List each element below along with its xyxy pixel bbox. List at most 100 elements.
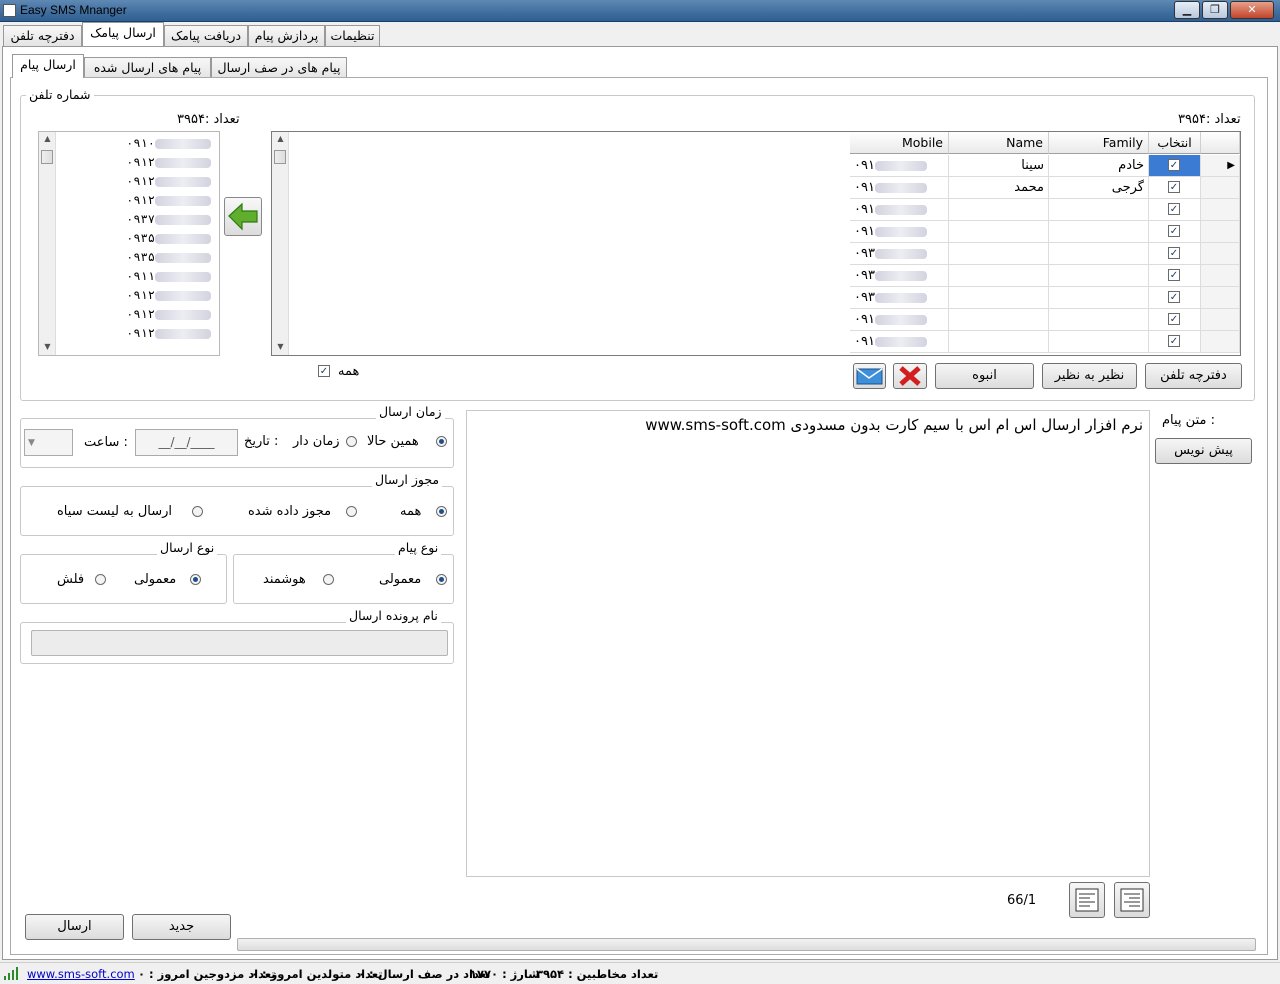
row-checkbox[interactable]: ✓ xyxy=(1168,291,1180,303)
cell-select[interactable]: ✓ xyxy=(1149,287,1201,309)
grid-scroll-thumb[interactable] xyxy=(274,150,286,164)
phone-number-item[interactable]: ۰۹۳۷ xyxy=(126,212,211,231)
selected-numbers-list[interactable]: ▲ ▼ ۰۹۱۰ ۰۹۱۲ ۰۹۱۲ ۰۹۱۲ ۰۹۳۷ ۰۹۳۵ ۰۹۳۵ ۰۹۱۱ ۰۹۱۲… xyxy=(38,131,220,356)
message-type-smart-radio[interactable] xyxy=(323,574,334,585)
new-button[interactable]: جدید xyxy=(132,914,231,940)
cell-name[interactable]: سینا xyxy=(949,155,1049,177)
cell-name[interactable] xyxy=(949,331,1049,353)
tab-processing[interactable]: پردازش پیام xyxy=(248,25,325,46)
row-header[interactable] xyxy=(1201,243,1240,265)
row-checkbox[interactable]: ✓ xyxy=(1168,159,1180,171)
align-left-button[interactable] xyxy=(1069,882,1105,918)
tab-settings[interactable]: تنظیمات xyxy=(325,25,380,46)
cell-name[interactable] xyxy=(949,287,1049,309)
cell-family[interactable] xyxy=(1049,199,1149,221)
cell-family[interactable] xyxy=(1049,265,1149,287)
row-header[interactable] xyxy=(1201,265,1240,287)
cell-family[interactable]: گرجی xyxy=(1049,177,1149,199)
row-checkbox[interactable]: ✓ xyxy=(1168,313,1180,325)
message-type-normal-radio[interactable] xyxy=(436,574,447,585)
row-checkbox[interactable]: ✓ xyxy=(1168,269,1180,281)
cell-family[interactable]: خادم xyxy=(1049,155,1149,177)
message-textarea[interactable]: نرم افزار ارسال اس ام اس با سیم کارت بدو… xyxy=(466,410,1150,877)
row-checkbox[interactable]: ✓ xyxy=(1168,247,1180,259)
cell-mobile[interactable]: ۰۹۱ xyxy=(850,155,949,177)
row-checkbox[interactable]: ✓ xyxy=(1168,181,1180,193)
tab-sent-messages[interactable]: پیام های ارسال شده xyxy=(84,57,211,78)
cell-select[interactable]: ✓ xyxy=(1149,309,1201,331)
cell-select[interactable]: ✓ xyxy=(1149,331,1201,353)
maximize-button[interactable]: ❐ xyxy=(1202,1,1228,19)
row-checkbox[interactable]: ✓ xyxy=(1168,203,1180,215)
scroll-up-arrow[interactable]: ▲ xyxy=(39,134,56,143)
phone-number-item[interactable]: ۰۹۱۲ xyxy=(126,193,211,212)
scroll-down-arrow[interactable]: ▼ xyxy=(39,342,56,351)
presets-button[interactable]: پیش نویس xyxy=(1155,438,1252,464)
header-select[interactable]: انتخاب xyxy=(1149,132,1201,154)
cell-select[interactable]: ✓ xyxy=(1149,265,1201,287)
row-header[interactable] xyxy=(1201,177,1240,199)
align-right-button[interactable] xyxy=(1114,882,1150,918)
cell-select[interactable]: ✓ xyxy=(1149,199,1201,221)
row-header[interactable] xyxy=(1201,309,1240,331)
delete-button[interactable] xyxy=(893,363,927,389)
phone-number-item[interactable]: ۰۹۱۲ xyxy=(126,307,211,326)
row-header[interactable] xyxy=(1201,331,1240,353)
close-button[interactable]: ✕ xyxy=(1230,1,1274,19)
cell-family[interactable] xyxy=(1049,309,1149,331)
phone-number-item[interactable]: ۰۹۳۵ xyxy=(126,250,211,269)
cell-select[interactable]: ✓ xyxy=(1149,243,1201,265)
grid-scrollbar[interactable]: ▲ ▼ xyxy=(272,132,289,355)
time-dropdown[interactable]: ▼ xyxy=(24,429,73,456)
grid-scroll-down[interactable]: ▼ xyxy=(272,342,289,351)
cell-mobile[interactable]: ۰۹۱ xyxy=(850,309,949,331)
bulk-button[interactable]: انبوه xyxy=(935,363,1034,389)
header-family[interactable]: Family xyxy=(1049,132,1149,154)
cell-family[interactable] xyxy=(1049,243,1149,265)
row-header[interactable] xyxy=(1201,199,1240,221)
send-type-normal-radio[interactable] xyxy=(190,574,201,585)
select-all-checkbox[interactable]: ✓ xyxy=(318,365,330,377)
cell-select[interactable]: ✓ xyxy=(1149,155,1201,177)
cell-mobile[interactable]: ۰۹۳ xyxy=(850,287,949,309)
phonebook-button[interactable]: دفترچه تلفن xyxy=(1145,363,1242,389)
send-button[interactable]: ارسال xyxy=(25,914,124,940)
phone-number-item[interactable]: ۰۹۱۰ xyxy=(126,136,211,155)
cell-mobile[interactable]: ۰۹۱ xyxy=(850,331,949,353)
header-name[interactable]: Name xyxy=(949,132,1049,154)
phone-number-item[interactable]: ۰۹۱۲ xyxy=(126,174,211,193)
file-name-input[interactable] xyxy=(31,630,448,656)
scroll-thumb[interactable] xyxy=(41,150,53,164)
phone-number-item[interactable]: ۰۹۳۵ xyxy=(126,231,211,250)
phone-number-item[interactable]: ۰۹۱۱ xyxy=(126,269,211,288)
cell-name[interactable] xyxy=(949,243,1049,265)
cell-family[interactable] xyxy=(1049,331,1149,353)
grid-scroll-up[interactable]: ▲ xyxy=(272,134,289,143)
cell-family[interactable] xyxy=(1049,221,1149,243)
phone-number-item[interactable]: ۰۹۱۲ xyxy=(126,155,211,174)
cell-select[interactable]: ✓ xyxy=(1149,177,1201,199)
tab-phonebook[interactable]: دفترچه تلفن xyxy=(3,25,82,46)
tab-send-sms[interactable]: ارسال پیامک xyxy=(82,22,164,46)
scheduled-radio[interactable] xyxy=(346,436,357,447)
header-mobile[interactable]: Mobile xyxy=(850,132,949,154)
email-button[interactable] xyxy=(853,363,886,389)
cell-mobile[interactable]: ۰۹۳ xyxy=(850,243,949,265)
cell-name[interactable] xyxy=(949,199,1049,221)
move-numbers-button[interactable] xyxy=(224,197,262,236)
tab-receive-sms[interactable]: دریافت پیامک xyxy=(164,25,248,46)
send-now-radio[interactable] xyxy=(436,436,447,447)
permission-blacklist-radio[interactable] xyxy=(192,506,203,517)
permission-allowed-radio[interactable] xyxy=(346,506,357,517)
row-header[interactable] xyxy=(1201,221,1240,243)
date-input[interactable]: __/__/____ xyxy=(135,429,238,456)
cell-mobile[interactable]: ۰۹۱ xyxy=(850,199,949,221)
tab-send-message[interactable]: ارسال پیام xyxy=(12,54,84,78)
send-type-flash-radio[interactable] xyxy=(95,574,106,585)
phone-number-item[interactable]: ۰۹۱۲ xyxy=(126,288,211,307)
tab-queued-messages[interactable]: پیام های در صف ارسال xyxy=(211,57,347,78)
cell-mobile[interactable]: ۰۹۱ xyxy=(850,221,949,243)
cell-mobile[interactable]: ۰۹۱ xyxy=(850,177,949,199)
cell-name[interactable] xyxy=(949,221,1049,243)
row-checkbox[interactable]: ✓ xyxy=(1168,225,1180,237)
